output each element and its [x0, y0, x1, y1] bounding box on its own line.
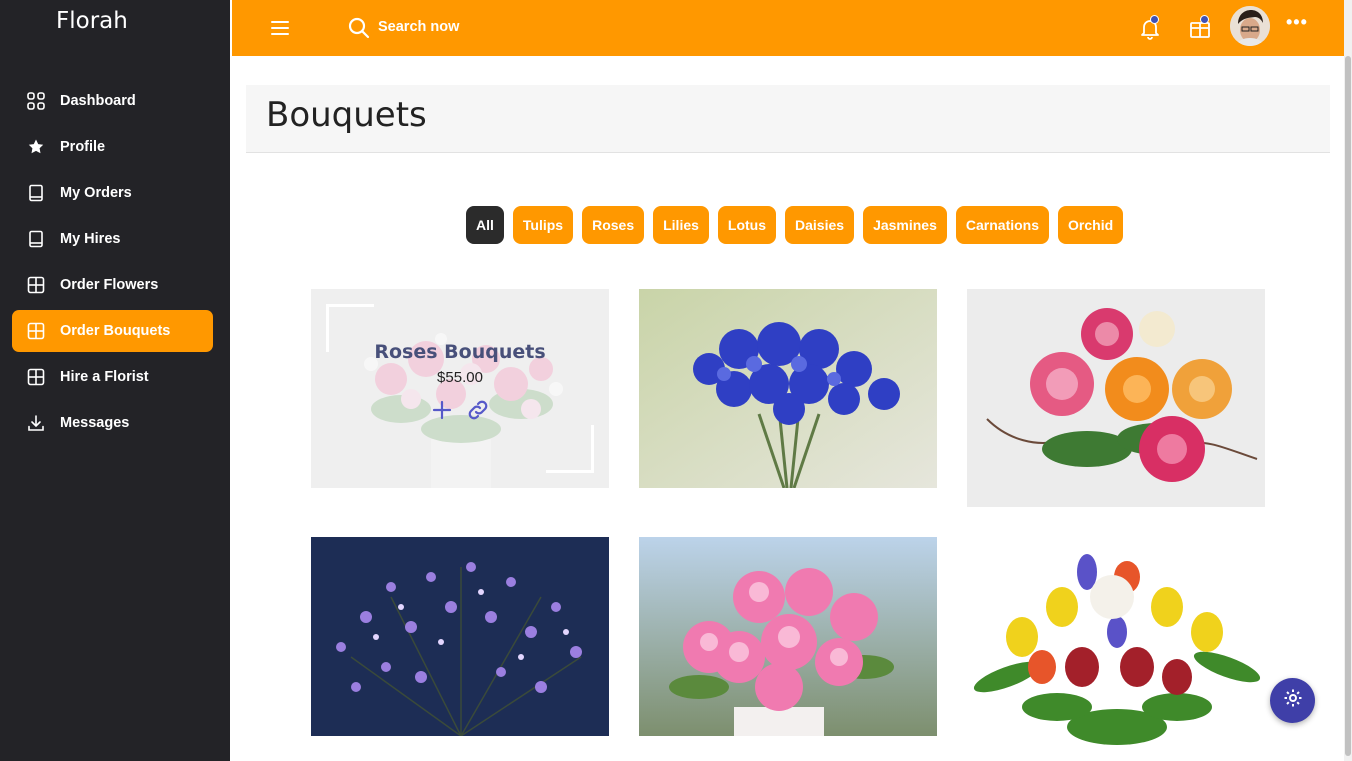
sidebar-item-label: Dashboard [60, 93, 136, 109]
bouquet-card[interactable] [967, 289, 1265, 507]
bouquet-card[interactable] [967, 537, 1265, 761]
book-icon [26, 183, 46, 203]
sidebar-item-my-orders[interactable]: My Orders [12, 172, 213, 214]
bouquet-image [311, 537, 609, 736]
download-icon [26, 413, 46, 433]
bouquet-price: $55.00 [437, 369, 483, 386]
page-title: Bouquets [266, 95, 427, 135]
card-actions [431, 399, 489, 421]
sidebar-item-label: Order Flowers [60, 277, 159, 293]
scrollbar-thumb[interactable] [1345, 56, 1351, 756]
avatar[interactable] [1230, 6, 1270, 46]
sidebar: Florah Dashboard Profile My Orders My Hi… [0, 0, 230, 761]
sidebar-item-label: My Hires [60, 231, 121, 247]
notification-bell-icon[interactable] [1138, 15, 1162, 40]
notification-dot [1150, 15, 1159, 24]
sidebar-item-label: Messages [60, 415, 130, 431]
sidebar-item-my-hires[interactable]: My Hires [12, 218, 213, 260]
sidebar-item-order-bouquets[interactable]: Order Bouquets [12, 310, 213, 352]
overlay-corner-frame [546, 425, 594, 473]
settings-fab-button[interactable] [1270, 678, 1315, 723]
notification-dot [1200, 15, 1209, 24]
grid-icon [26, 91, 46, 111]
filter-lotus[interactable]: Lotus [717, 206, 777, 244]
bouquet-title: Roses Bouquets [374, 341, 546, 363]
search-icon[interactable] [348, 17, 370, 39]
link-icon[interactable] [467, 399, 489, 421]
filter-tulips[interactable]: Tulips [512, 206, 574, 244]
bouquet-card[interactable] [311, 537, 609, 736]
sidebar-item-label: Hire a Florist [60, 369, 149, 385]
table-icon [26, 275, 46, 295]
sidebar-item-profile[interactable]: Profile [12, 126, 213, 168]
filter-lilies[interactable]: Lilies [653, 206, 709, 244]
menu-icon[interactable] [270, 18, 290, 38]
table-icon [26, 321, 46, 341]
filter-orchid[interactable]: Orchid [1058, 206, 1124, 244]
sidebar-item-dashboard[interactable]: Dashboard [12, 80, 213, 122]
filter-daisies[interactable]: Daisies [785, 206, 855, 244]
gift-icon[interactable] [1188, 15, 1212, 40]
page-header: Bouquets [246, 85, 1330, 153]
bouquet-image [639, 289, 937, 488]
more-options-icon[interactable]: ••• [1286, 12, 1308, 33]
sidebar-item-messages[interactable]: Messages [12, 402, 213, 444]
gear-icon [1283, 688, 1303, 713]
filter-jasmines[interactable]: Jasmines [863, 206, 947, 244]
sidebar-item-label: Profile [60, 139, 106, 155]
bouquet-image [967, 289, 1265, 507]
scrollbar[interactable] [1344, 0, 1352, 761]
bouquet-card[interactable] [639, 537, 937, 736]
sidebar-item-label: My Orders [60, 185, 132, 201]
book-icon [26, 229, 46, 249]
bouquet-card[interactable] [639, 289, 937, 488]
search-input[interactable] [378, 14, 638, 40]
sidebar-nav: Dashboard Profile My Orders My Hires Ord… [12, 80, 213, 448]
filter-carnations[interactable]: Carnations [955, 206, 1050, 244]
brand-logo[interactable]: Florah [56, 8, 128, 34]
top-bar: ••• [232, 0, 1344, 56]
star-icon [26, 137, 46, 157]
filter-roses[interactable]: Roses [582, 206, 645, 244]
category-filters: All Tulips Roses Lilies Lotus Daisies Ja… [466, 206, 1124, 244]
sidebar-item-label: Order Bouquets [60, 323, 171, 339]
sidebar-item-hire-a-florist[interactable]: Hire a Florist [12, 356, 213, 398]
bouquet-image [639, 537, 937, 736]
bouquet-card[interactable]: Roses Bouquets $55.00 [311, 289, 609, 488]
card-hover-overlay: Roses Bouquets $55.00 [311, 289, 609, 488]
sidebar-item-order-flowers[interactable]: Order Flowers [12, 264, 213, 306]
add-icon[interactable] [431, 399, 453, 421]
table-icon [26, 367, 46, 387]
bouquet-image [967, 537, 1265, 761]
filter-all[interactable]: All [466, 206, 504, 244]
